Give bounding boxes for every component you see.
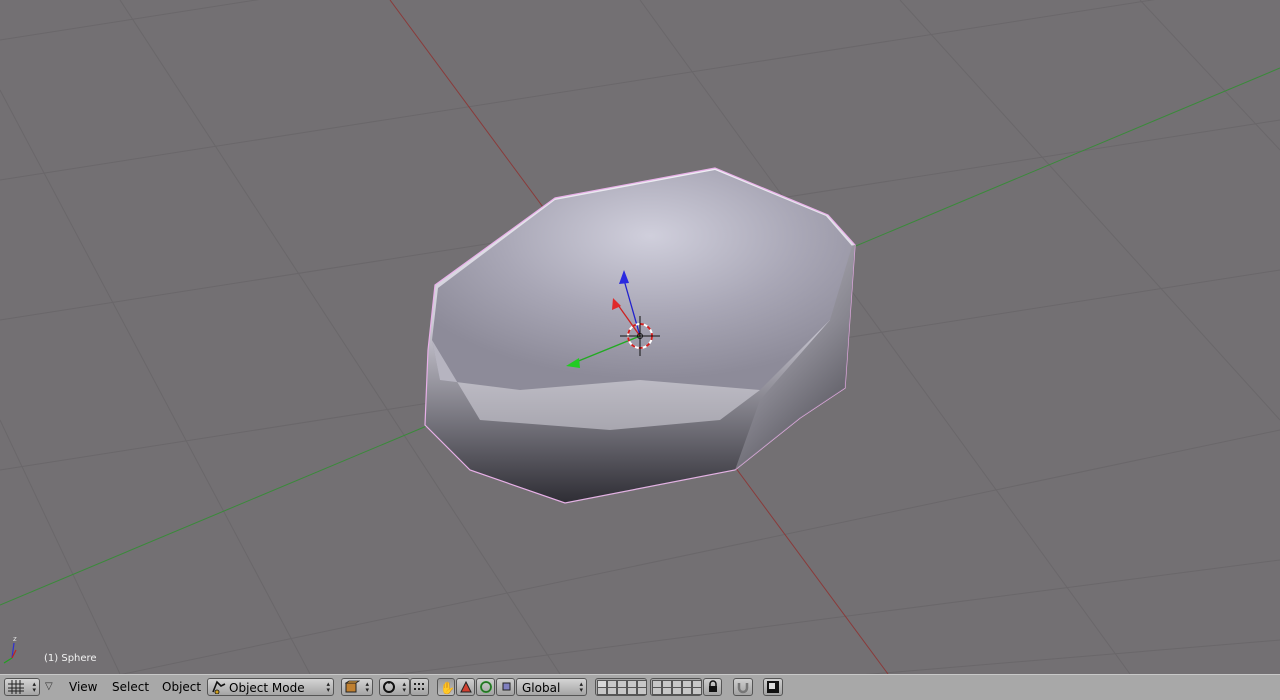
layers-group-2[interactable] <box>650 678 702 696</box>
render-opengl-button[interactable] <box>763 678 783 696</box>
object-mode-icon <box>212 680 226 694</box>
layer-button[interactable] <box>692 687 702 695</box>
layer-button[interactable] <box>682 687 692 695</box>
manipulator-scale[interactable] <box>496 678 515 696</box>
svg-text:z: z <box>13 635 17 643</box>
pivot-align-button[interactable] <box>410 678 429 696</box>
axis-orientation-widget: z <box>3 635 17 664</box>
layer-button[interactable] <box>662 687 672 695</box>
mode-select[interactable]: Object Mode ▴ ▾ <box>207 678 334 696</box>
chevron-updown-icon: ▴ ▾ <box>326 680 330 694</box>
menu-object[interactable]: Object <box>160 678 203 696</box>
pivot-point-select[interactable]: ▴ ▾ <box>379 678 410 696</box>
layer-button[interactable] <box>652 687 662 695</box>
object-name-label: (1) Sphere <box>44 653 97 664</box>
lock-layers-button[interactable] <box>703 678 722 696</box>
menu-view[interactable]: View <box>67 678 99 696</box>
render-icon <box>767 681 779 693</box>
square-icon <box>502 682 511 691</box>
manipulator-rotate[interactable] <box>476 678 495 696</box>
menu-select[interactable]: Select <box>110 678 151 696</box>
chevron-updown-icon: ▴ ▾ <box>402 680 406 694</box>
chevron-updown-icon: ▴ ▾ <box>579 680 583 694</box>
viewport-shading-select[interactable]: ▴ ▾ <box>341 678 373 696</box>
snap-toggle[interactable] <box>733 678 753 696</box>
triangle-icon <box>460 681 472 693</box>
3d-viewport[interactable]: z (1) Sphere <box>0 0 1280 674</box>
pivot-point-icon <box>383 681 395 693</box>
layer-button[interactable] <box>617 687 627 695</box>
solid-shading-icon <box>344 680 360 693</box>
align-dots-icon <box>414 683 424 690</box>
lock-icon <box>709 680 717 692</box>
manipulator-toggle[interactable]: ✋ <box>437 678 455 696</box>
layer-button[interactable] <box>607 687 617 695</box>
chevron-updown-icon: ▴ ▾ <box>32 680 36 694</box>
collapse-menus-icon[interactable]: ▽ <box>45 678 57 696</box>
magnet-icon <box>737 683 749 694</box>
layers-group-1[interactable] <box>595 678 647 696</box>
editor-type-select[interactable]: ▴ ▾ <box>4 678 40 696</box>
layer-button[interactable] <box>637 687 647 695</box>
hand-icon: ✋ <box>440 681 455 695</box>
manipulator-translate[interactable] <box>456 678 475 696</box>
chevron-updown-icon: ▴ ▾ <box>365 680 369 694</box>
grid-icon <box>8 680 24 694</box>
transform-orientation-value: Global <box>522 681 561 695</box>
3d-view-header: ▴ ▾ ▽ View Select Object Object Mode ▴ ▾ ▴… <box>0 674 1280 700</box>
circle-icon <box>480 681 492 693</box>
layer-button[interactable] <box>597 687 607 695</box>
mode-select-value: Object Mode <box>229 681 305 695</box>
layer-button[interactable] <box>627 687 637 695</box>
layer-button[interactable] <box>672 687 682 695</box>
viewport-canvas[interactable]: z <box>0 0 1280 674</box>
transform-orientation-select[interactable]: Global ▴ ▾ <box>516 678 587 696</box>
